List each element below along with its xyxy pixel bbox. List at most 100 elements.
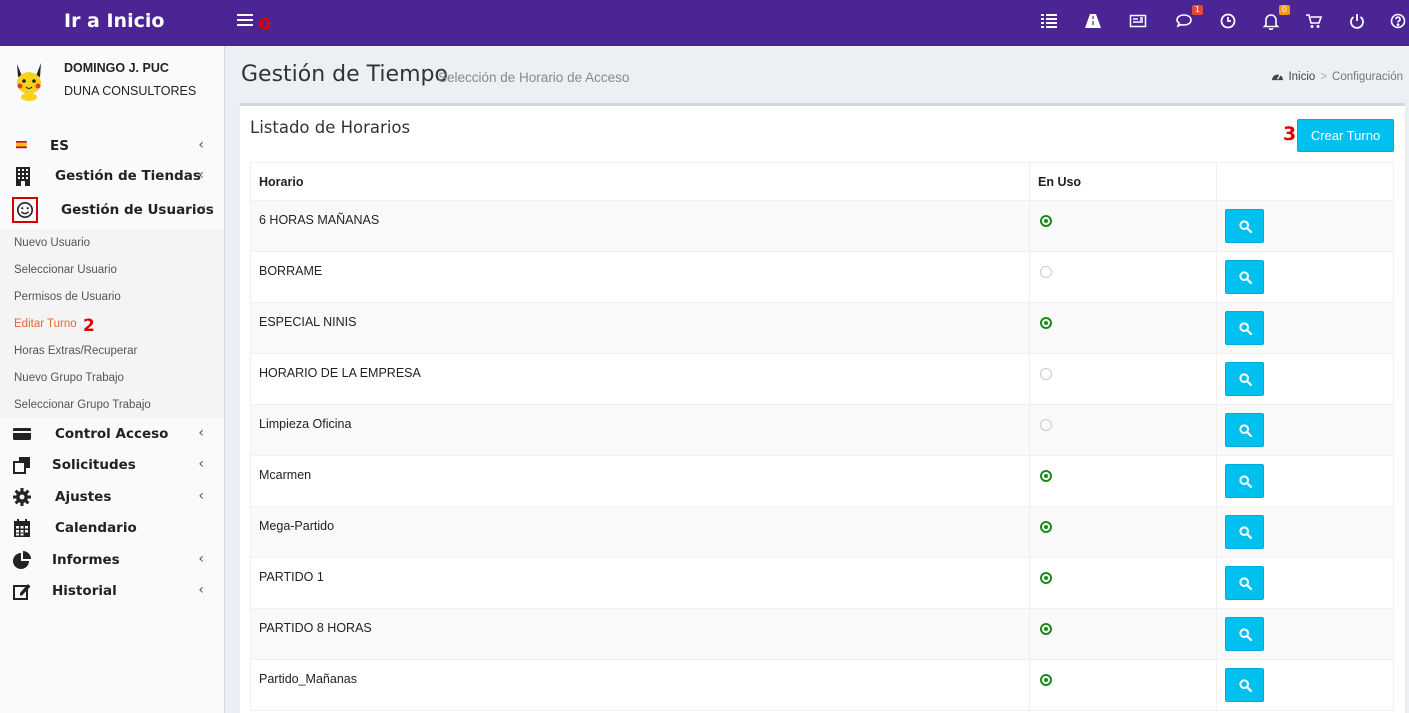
sidebar-item-label: ES [50,138,69,154]
bell-icon[interactable]: 0 [1262,5,1290,32]
calendar-icon [14,519,30,537]
view-horario-button[interactable] [1225,617,1264,651]
horario-name: ESPECIAL NINIS [250,302,1030,354]
actions-cell [1216,404,1394,456]
cart-icon[interactable] [1305,12,1325,32]
highlight-box [12,197,38,223]
home-link[interactable]: Ir a Inicio [0,0,225,46]
en-uso-cell [1029,404,1217,456]
actions-cell [1216,302,1394,354]
notifications-badge: 0 [1278,5,1290,15]
horario-name: Mega-Partido [250,506,1030,558]
table-row: 6 HORAS MAÑANAS [250,200,1394,252]
radio-checked-icon [1040,623,1052,635]
submenu-usuarios: Nuevo Usuario Seleccionar Usuario Permis… [0,229,224,418]
pie-chart-icon [13,551,31,569]
create-turno-button[interactable]: Crear Turno [1297,119,1394,152]
view-horario-button[interactable] [1225,464,1264,498]
actions-cell [1216,455,1394,507]
chevron-left-icon: ‹ [200,201,206,217]
help-icon[interactable] [1389,12,1409,32]
radio-unchecked-icon [1040,419,1052,431]
avatar [17,63,41,101]
sidebar-item-ajustes[interactable]: Ajustes ‹ [0,482,224,512]
user-panel: DOMINGO J. PUC DUNA CONSULTORES [0,46,224,116]
actions-cell [1216,200,1394,252]
menu-toggle-icon[interactable] [237,12,253,28]
table-row: HORARIO DE LA EMPRESA [250,353,1394,405]
view-horario-button[interactable] [1225,260,1264,294]
actions-cell [1216,251,1394,303]
box-title: Listado de Horarios [250,118,411,137]
sidebar-item-calendario[interactable]: Calendario [0,513,224,543]
top-navbar: Ir a Inicio 0 1 0 [0,0,1409,46]
submenu-item-editar-turno[interactable]: Editar Turno [14,318,77,330]
messages-badge: 1 [1191,5,1203,15]
en-uso-cell [1029,557,1217,609]
submenu-item-horas-extras[interactable]: Horas Extras/Recuperar [14,345,137,357]
view-horario-button[interactable] [1225,209,1264,243]
column-header-actions [1216,162,1394,201]
radio-checked-icon [1040,215,1052,227]
submenu-item-seleccionar-usuario[interactable]: Seleccionar Usuario [14,264,117,276]
view-horario-button[interactable] [1225,566,1264,600]
submenu-item-nuevo-usuario[interactable]: Nuevo Usuario [14,237,90,249]
view-horario-button[interactable] [1225,668,1264,702]
sidebar-item-label: Gestión de Tiendas [55,168,201,184]
messages-icon[interactable]: 1 [1175,5,1203,32]
sidebar-item-language[interactable]: ES ‹ [0,131,224,161]
search-icon [1239,271,1252,284]
sidebar-item-usuarios[interactable]: Gestión de Usuarios ‹ [0,194,224,224]
view-horario-button[interactable] [1225,311,1264,345]
column-header-horario[interactable]: Horario [250,162,1030,201]
en-uso-cell [1029,302,1217,354]
sidebar-item-informes[interactable]: Informes ‹ [0,545,224,575]
chevron-left-icon: ‹ [198,137,204,153]
en-uso-cell [1029,608,1217,660]
power-icon[interactable] [1348,12,1368,32]
clock-icon[interactable] [1219,12,1239,32]
sidebar-item-tiendas[interactable]: Gestión de Tiendas ‹ [0,161,224,191]
table-body: 6 HORAS MAÑANAS BORRAME ESPECIAL NINIS HORA… [250,200,1394,711]
sidebar-item-label: Gestión de Usuarios [61,202,214,218]
actions-cell [1216,608,1394,660]
view-horario-button[interactable] [1225,413,1264,447]
en-uso-cell [1029,455,1217,507]
radio-checked-icon [1040,470,1052,482]
page-title: Gestión de Tiempo [241,62,448,87]
view-horario-button[interactable] [1225,362,1264,396]
submenu-item-permisos[interactable]: Permisos de Usuario [14,291,121,303]
road-icon[interactable] [1084,12,1104,32]
search-icon [1239,628,1252,641]
spain-flag-icon [16,141,27,149]
radio-checked-icon [1040,521,1052,533]
annotation-marker-3: 3 [1283,123,1297,145]
horarios-table: Horario En Uso 6 HORAS MAÑANAS BORRAME ESP… [250,162,1394,711]
horario-name: 6 HORAS MAÑANAS [250,200,1030,252]
building-icon [16,167,30,186]
actions-cell [1216,353,1394,405]
sidebar-item-solicitudes[interactable]: Solicitudes ‹ [0,450,224,480]
sidebar-item-control-acceso[interactable]: Control Acceso ‹ [0,419,224,449]
edit-icon [13,584,31,600]
sidebar-item-historial[interactable]: Historial ‹ [0,576,224,606]
list-icon[interactable] [1040,12,1060,32]
en-uso-cell [1029,200,1217,252]
search-icon [1239,475,1252,488]
column-header-en-uso[interactable]: En Uso [1029,162,1217,201]
actions-cell [1216,659,1394,711]
submenu-item-nuevo-grupo[interactable]: Nuevo Grupo Trabajo [14,372,124,384]
radio-checked-icon [1040,674,1052,686]
view-horario-button[interactable] [1225,515,1264,549]
horarios-box: Listado de Horarios 3 Crear Turno Horari… [240,103,1405,713]
en-uso-cell [1029,251,1217,303]
breadcrumb-home[interactable]: Inicio [1288,71,1315,83]
table-row: Partido_Mañanas [250,659,1394,711]
newspaper-icon[interactable] [1129,12,1149,32]
credit-card-icon [13,428,31,440]
search-icon [1239,424,1252,437]
submenu-item-seleccionar-grupo[interactable]: Seleccionar Grupo Trabajo [14,399,151,411]
chevron-left-icon: ‹ [198,167,204,183]
search-icon [1239,679,1252,692]
search-icon [1239,577,1252,590]
